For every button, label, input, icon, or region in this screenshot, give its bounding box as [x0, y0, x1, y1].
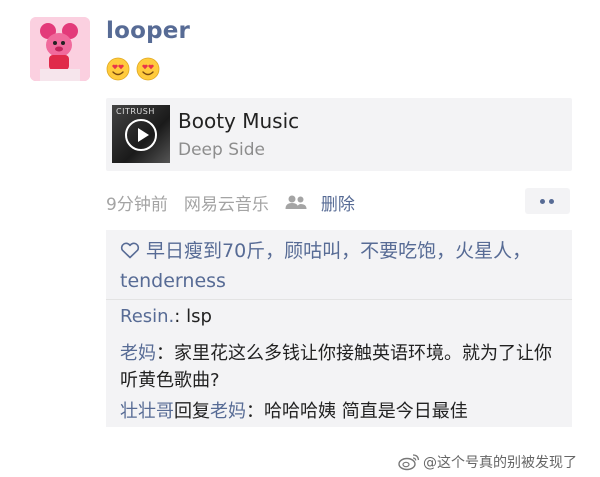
comment-text: 哈哈哈姨 简直是今日最佳 [264, 401, 468, 422]
likes-names[interactable]: 早日瘦到70斤，顾咕叫，不要吃饱，火星人，tenderness [120, 240, 531, 292]
post-source[interactable]: 网易云音乐 [184, 190, 269, 215]
comment-separator: ： [246, 401, 264, 422]
comment-item[interactable]: Resin.: lsp [120, 303, 560, 330]
comment-author[interactable]: 壮壮哥 [120, 401, 174, 422]
more-options-button[interactable] [525, 188, 570, 214]
music-share-card[interactable]: CITRUSH Booty Music Deep Side [106, 98, 572, 171]
more-dot-icon [540, 199, 545, 204]
people-icon [285, 195, 307, 209]
post-emojis [106, 57, 160, 81]
divider [106, 299, 572, 300]
delete-button[interactable]: 删除 [321, 190, 355, 215]
comment-text: lsp [186, 306, 212, 327]
comment-text: 家里花这么多钱让你接触英语环境。就为了让你听黄色歌曲? [120, 343, 552, 391]
album-cover-label: CITRUSH [116, 107, 155, 116]
likes-list: 早日瘦到70斤，顾咕叫，不要吃饱，火星人，tenderness [120, 236, 560, 296]
music-artist: Deep Side [178, 140, 265, 160]
avatar[interactable] [30, 17, 90, 81]
post-time: 9分钟前 [106, 194, 168, 215]
comment-reply-target[interactable]: 老妈 [210, 401, 246, 422]
smiling-face-with-heart-eyes-icon [136, 57, 160, 81]
music-title: Booty Music [178, 109, 300, 133]
comment-reply-word: 回复 [174, 401, 210, 422]
comment-separator: : [174, 306, 187, 327]
album-cover[interactable]: CITRUSH [112, 105, 170, 163]
watermark-text: @这个号真的别被发现了 [423, 455, 577, 471]
more-dot-icon [549, 199, 554, 204]
weibo-watermark: @这个号真的别被发现了 [398, 452, 577, 472]
comment-separator: ： [156, 343, 174, 364]
comment-item[interactable]: 壮壮哥回复老妈：哈哈哈姨 简直是今日最佳 [120, 398, 560, 425]
comment-author[interactable]: Resin. [120, 306, 174, 327]
play-icon[interactable] [125, 119, 157, 151]
post-meta: 9分钟前 网易云音乐 删除 [106, 188, 355, 216]
weibo-icon [398, 454, 420, 471]
comment-author[interactable]: 老妈 [120, 343, 156, 364]
username[interactable]: looper [106, 18, 190, 44]
pink-character-avatar-icon [30, 17, 90, 81]
heart-icon [120, 242, 140, 259]
comment-item[interactable]: 老妈：家里花这么多钱让你接触英语环境。就为了让你听黄色歌曲? [120, 340, 560, 394]
smiling-face-with-heart-eyes-icon [106, 57, 130, 81]
